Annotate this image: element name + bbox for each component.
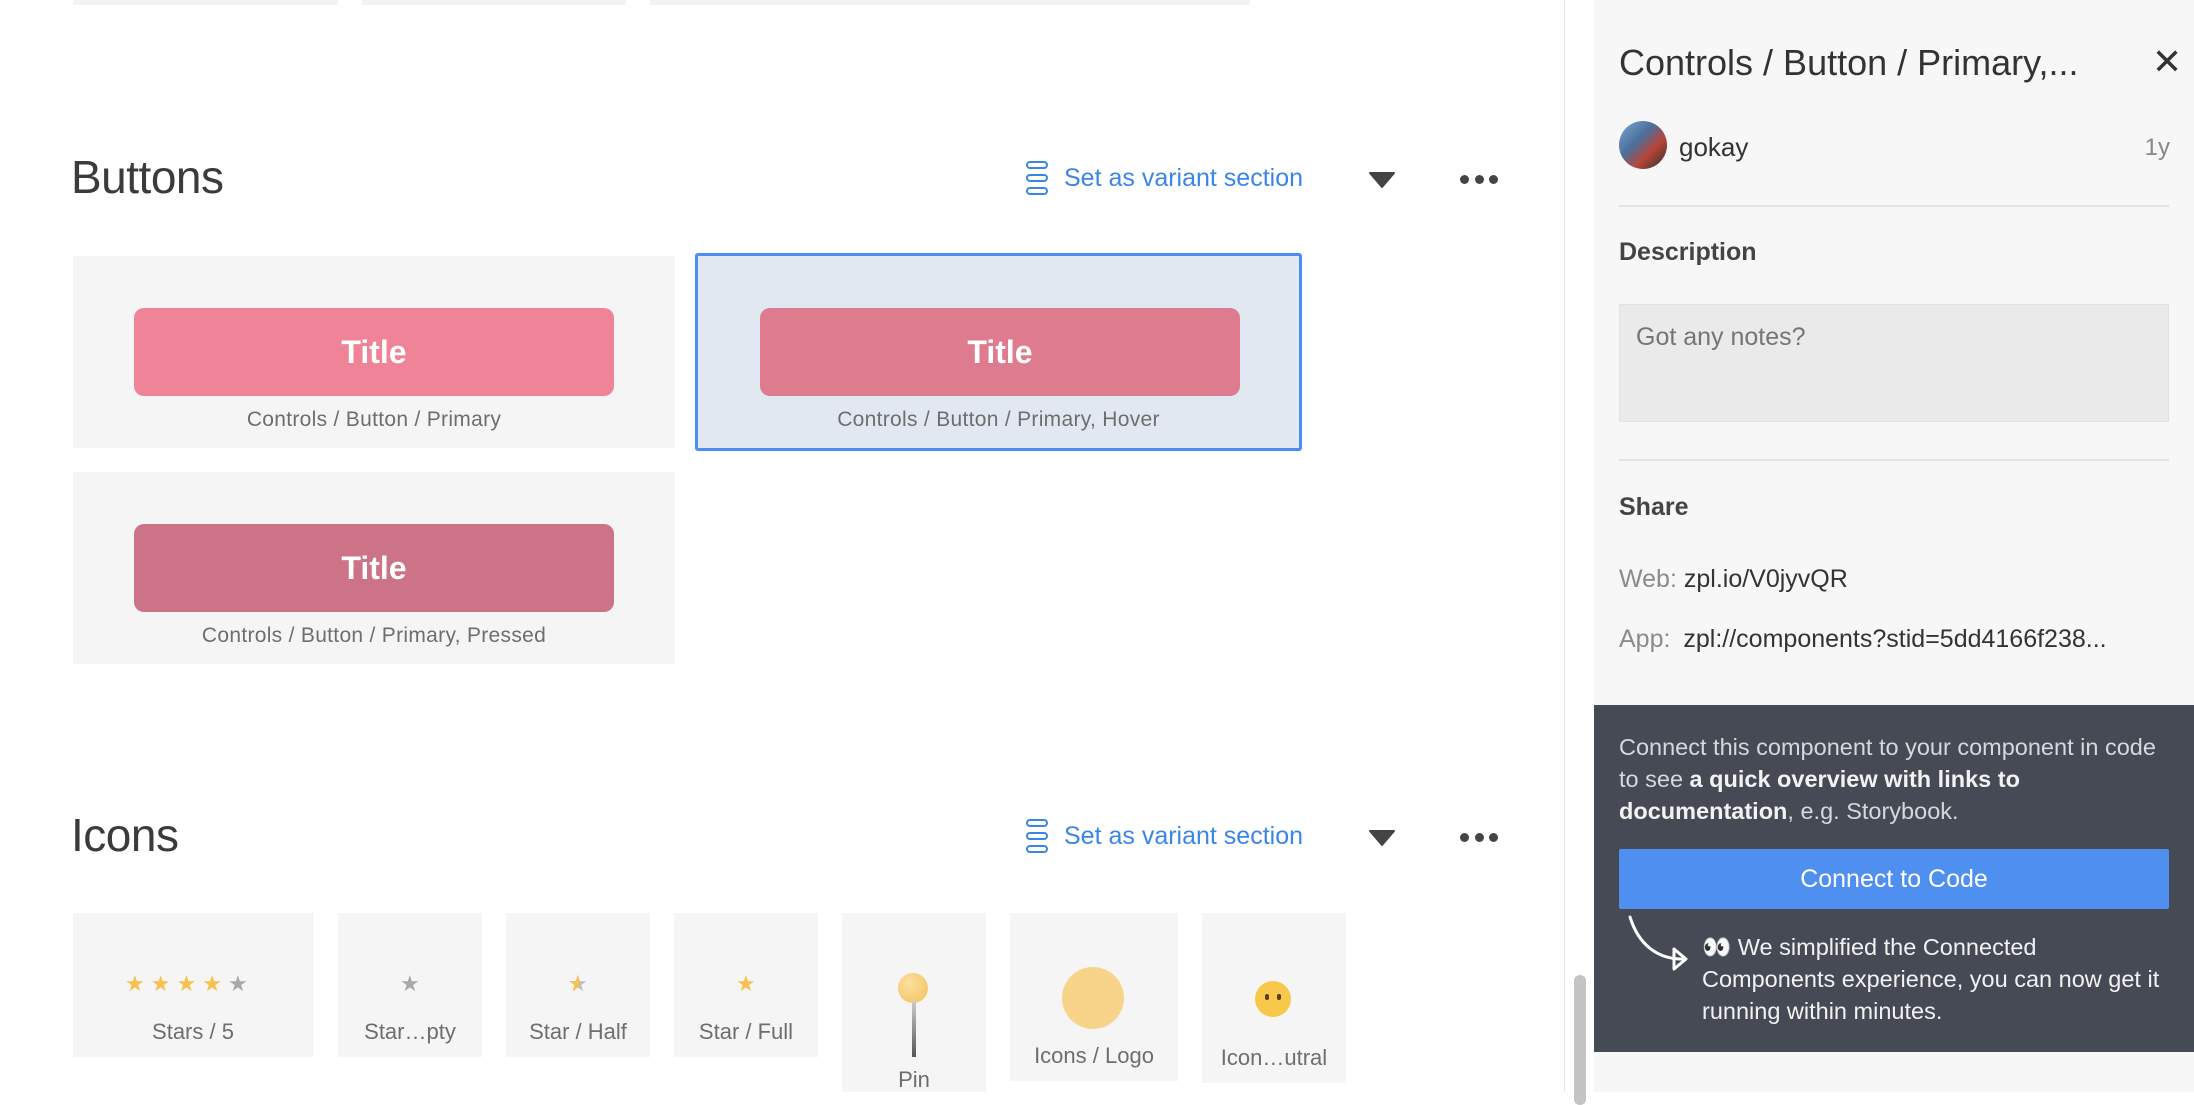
variant-stack-icon bbox=[1026, 161, 1048, 195]
share-app-key: App: bbox=[1619, 625, 1671, 653]
component-card-primary-pressed[interactable]: Title Controls / Button / Primary, Press… bbox=[73, 472, 675, 664]
component-caption: Controls / Button / Primary, Pressed bbox=[201, 624, 547, 647]
icon-card-star-half[interactable]: ★ ★ ★ Star / Half bbox=[506, 913, 650, 1057]
button-preview: Title bbox=[134, 308, 614, 396]
icon-card-stars-5[interactable]: ★ ★ ★ ★ ★ Stars / 5 bbox=[73, 913, 313, 1057]
divider bbox=[1619, 205, 2169, 207]
description-notes-input[interactable] bbox=[1619, 304, 2169, 422]
section-more-options-icon[interactable] bbox=[1460, 170, 1498, 188]
variant-stack-icon bbox=[1026, 819, 1048, 853]
component-card-primary[interactable]: Title Controls / Button / Primary bbox=[73, 256, 675, 448]
connect-description: Connect this component to your component… bbox=[1619, 731, 2159, 827]
component-card-primary-hover[interactable]: Title Controls / Button / Primary, Hover bbox=[695, 253, 1302, 451]
icon-card-neutral[interactable]: Icon…utral bbox=[1202, 913, 1346, 1083]
connect-text-2: , e.g. Storybook. bbox=[1787, 798, 1959, 824]
created-age: 1y bbox=[2144, 134, 2170, 161]
five-stars-icon: ★ ★ ★ ★ ★ bbox=[125, 971, 248, 996]
icon-caption: Icon…utral bbox=[1220, 1045, 1328, 1070]
close-icon[interactable]: ✕ bbox=[2152, 44, 2182, 80]
design-canvas[interactable]: Buttons Set as variant section Title Con… bbox=[0, 0, 1564, 1092]
share-web-key: Web: bbox=[1619, 565, 1677, 593]
share-app-row: App: zpl://components?stid=5dd4166f238..… bbox=[1619, 625, 2107, 654]
connect-to-code-box: Connect this component to your component… bbox=[1594, 705, 2194, 1052]
share-app-link[interactable]: zpl://components?stid=5dd4166f238... bbox=[1683, 625, 2106, 653]
button-preview: Title bbox=[760, 308, 1240, 396]
inspector-panel: Controls / Button / Primary,... ✕ gokay … bbox=[1594, 0, 2194, 1092]
star-half-overlay: ★ bbox=[568, 973, 579, 996]
top-card-edge bbox=[650, 0, 1250, 5]
icon-caption: Icons / Logo bbox=[1034, 1043, 1154, 1068]
connect-to-code-button[interactable]: Connect to Code bbox=[1619, 849, 2169, 909]
set-variant-section-label: Set as variant section bbox=[1064, 163, 1304, 192]
eyes-emoji-icon: 👀 bbox=[1702, 934, 1732, 960]
set-variant-section-label: Set as variant section bbox=[1064, 821, 1304, 850]
share-web-link[interactable]: zpl.io/V0jyvQR bbox=[1684, 565, 1848, 593]
icon-caption: Stars / 5 bbox=[152, 1019, 234, 1044]
section-title-icons: Icons bbox=[71, 809, 179, 861]
neutral-face-icon bbox=[1255, 981, 1291, 1017]
description-heading: Description bbox=[1619, 238, 1757, 266]
divider bbox=[1619, 459, 2169, 461]
section-collapse-caret-icon[interactable] bbox=[1368, 168, 1396, 192]
star-empty-icon: ★ bbox=[400, 971, 420, 996]
panel-title: Controls / Button / Primary,... bbox=[1619, 42, 2079, 83]
set-variant-section-button[interactable]: Set as variant section bbox=[1026, 161, 1303, 195]
icon-caption: Star / Half bbox=[529, 1019, 627, 1044]
share-web-row: Web: zpl.io/V0jyvQR bbox=[1619, 565, 1848, 594]
pin-icon bbox=[898, 973, 928, 1003]
pin-needle bbox=[912, 1001, 916, 1057]
curved-arrow-icon bbox=[1628, 915, 1688, 971]
component-caption: Controls / Button / Primary, Hover bbox=[837, 408, 1160, 431]
section-collapse-caret-icon[interactable] bbox=[1368, 826, 1396, 850]
icon-card-pin[interactable]: Pin bbox=[842, 913, 986, 1092]
section-title-buttons: Buttons bbox=[71, 151, 224, 203]
top-card-edge bbox=[362, 0, 626, 5]
share-heading: Share bbox=[1619, 493, 1689, 521]
set-variant-section-button[interactable]: Set as variant section bbox=[1026, 819, 1303, 853]
connect-note-text: We simplified the Connected Components e… bbox=[1702, 934, 2160, 1024]
icon-card-star-empty[interactable]: ★ Star…pty bbox=[338, 913, 482, 1057]
author-name: gokay bbox=[1679, 132, 1749, 162]
logo-icon bbox=[1062, 967, 1124, 1029]
icon-caption: Pin bbox=[898, 1067, 930, 1092]
icon-caption: Star…pty bbox=[364, 1019, 456, 1044]
scrollbar-thumb[interactable] bbox=[1574, 975, 1586, 1105]
icon-caption: Star / Full bbox=[698, 1019, 794, 1044]
star-full-icon: ★ bbox=[736, 971, 756, 996]
avatar bbox=[1619, 121, 1667, 169]
section-more-options-icon[interactable] bbox=[1460, 828, 1498, 846]
scrollbar-track[interactable] bbox=[1564, 0, 1594, 1105]
icon-card-star-full[interactable]: ★ Star / Full bbox=[674, 913, 818, 1057]
icon-card-logo[interactable]: Icons / Logo bbox=[1010, 913, 1178, 1081]
top-card-edge bbox=[73, 0, 338, 5]
connect-note: 👀 We simplified the Connected Components… bbox=[1702, 931, 2162, 1027]
component-caption: Controls / Button / Primary bbox=[246, 408, 502, 431]
button-preview: Title bbox=[134, 524, 614, 612]
